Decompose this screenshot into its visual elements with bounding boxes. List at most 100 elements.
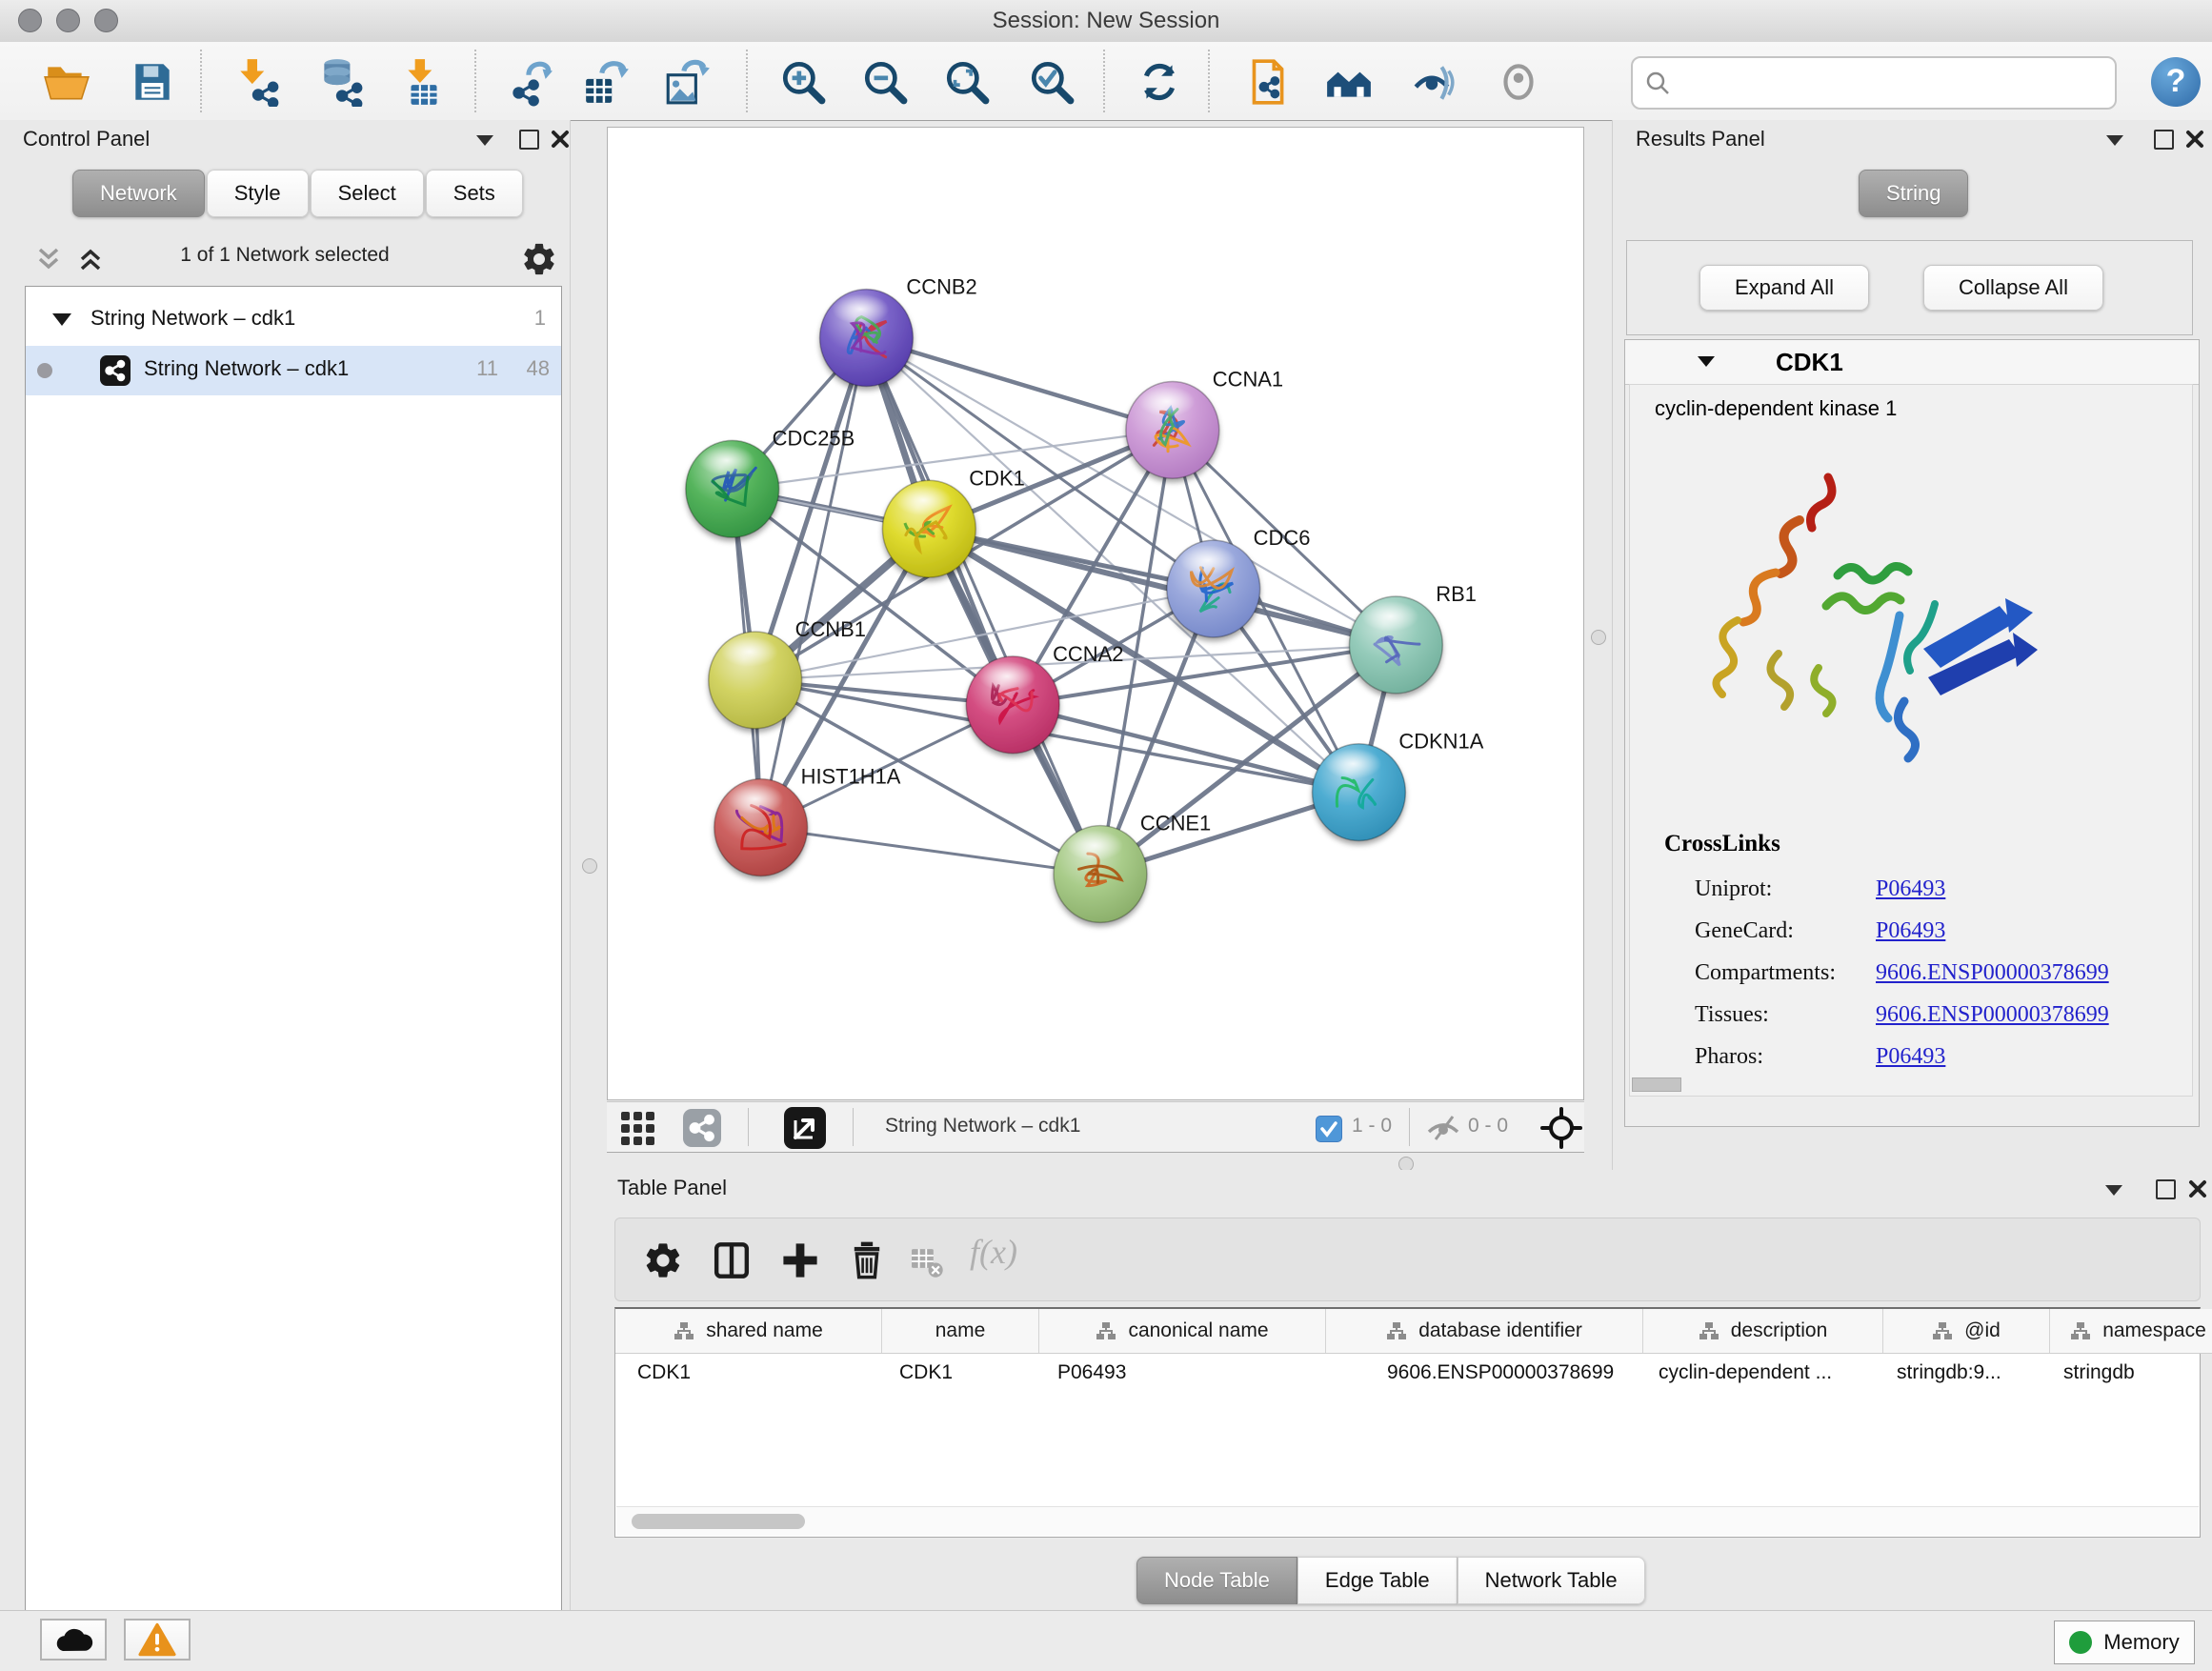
gear-icon[interactable]: [520, 240, 558, 278]
node-CCNB2[interactable]: CCNB2: [820, 275, 977, 387]
tab-edge-table[interactable]: Edge Table: [1297, 1557, 1458, 1604]
node-CCNA1[interactable]: CCNA1: [1126, 367, 1283, 478]
column-header-namespace[interactable]: namespace: [2050, 1309, 2212, 1353]
cytoscape-window: Session: New Session: [0, 0, 2212, 1671]
results-button-bar: Expand All Collapse All: [1626, 240, 2193, 335]
delete-table-icon[interactable]: [909, 1243, 945, 1279]
column-header-@id[interactable]: @id: [1883, 1309, 2050, 1353]
hidden-counts: 0 - 0: [1468, 1115, 1508, 1137]
grid-view-icon[interactable]: [620, 1111, 656, 1147]
panel-close-icon[interactable]: [2185, 130, 2204, 149]
table-row[interactable]: CDK1CDK1P064939606.ENSP00000378699cyclin…: [615, 1354, 2212, 1392]
column-header-shared-name[interactable]: shared name: [615, 1309, 882, 1353]
column-label: shared name: [706, 1319, 823, 1342]
network-view-toolbar: String Network – cdk1 1 - 0 0 - 0: [607, 1101, 1584, 1153]
node-HIST1H1A[interactable]: HIST1H1A: [714, 765, 901, 876]
selected-checkbox[interactable]: [1316, 1116, 1342, 1142]
detach-view-icon[interactable]: [784, 1107, 826, 1149]
status-bar: Memory: [0, 1610, 2212, 1671]
zoom-selected-icon[interactable]: [1027, 57, 1076, 107]
panel-menu-icon[interactable]: [2106, 135, 2123, 146]
node-CDKN1A[interactable]: CDKN1A: [1313, 730, 1484, 841]
tab-select[interactable]: Select: [311, 170, 424, 217]
hidden-eye-icon[interactable]: [1424, 1113, 1462, 1143]
crosslink-value[interactable]: P06493: [1876, 876, 1945, 902]
export-network-icon[interactable]: [505, 57, 554, 107]
crosslink-value[interactable]: P06493: [1876, 1044, 1945, 1070]
panel-close-icon[interactable]: [2188, 1179, 2207, 1198]
scrollbar-thumb[interactable]: [632, 1514, 805, 1529]
tab-string[interactable]: String: [1859, 170, 1968, 217]
warning-icon: [138, 1622, 176, 1657]
hide-selected-icon[interactable]: [1408, 57, 1458, 107]
import-network-icon[interactable]: [232, 57, 282, 107]
show-all-icon[interactable]: [1494, 57, 1543, 107]
home-icon[interactable]: [1324, 57, 1374, 107]
window-title: Session: New Session: [0, 0, 2212, 42]
collapse-all-button[interactable]: Collapse All: [1923, 265, 2103, 311]
search-field: [1631, 56, 2117, 110]
fit-content-icon[interactable]: [1540, 1107, 1582, 1149]
delete-column-icon[interactable]: [846, 1239, 888, 1281]
network-canvas[interactable]: CCNB2CCNA1CDC25BCDK1CDC6RB1CCNB1CCNA2CDK…: [607, 127, 1584, 1100]
crosslink-value[interactable]: P06493: [1876, 918, 1945, 944]
help-icon[interactable]: ?: [2151, 57, 2201, 107]
panel-menu-icon[interactable]: [2105, 1185, 2122, 1196]
node-CDC25B[interactable]: CDC25B: [686, 426, 855, 537]
gene-section-header[interactable]: CDK1: [1625, 340, 2199, 385]
zoom-fit-icon[interactable]: [942, 57, 992, 107]
memory-button[interactable]: Memory: [2054, 1621, 2195, 1664]
tab-sets[interactable]: Sets: [426, 170, 523, 217]
expand-all-button[interactable]: Expand All: [1699, 265, 1869, 311]
crosslink-value[interactable]: 9606.ENSP00000378699: [1876, 960, 2109, 986]
table-hscrollbar: [616, 1506, 2199, 1536]
warning-button[interactable]: [124, 1619, 191, 1661]
tab-network[interactable]: Network: [72, 170, 205, 217]
splitter-grip[interactable]: [582, 858, 597, 874]
table-cell: 9606.ENSP00000378699: [1326, 1354, 1643, 1392]
import-network-from-database-icon[interactable]: [315, 57, 365, 107]
zoom-out-icon[interactable]: [860, 57, 910, 107]
table-cell: cyclin-dependent ...: [1643, 1354, 1883, 1392]
cloud-button[interactable]: [40, 1619, 107, 1661]
column-header-canonical-name[interactable]: canonical name: [1039, 1309, 1326, 1353]
panel-float-icon[interactable]: [519, 130, 539, 150]
panel-float-icon[interactable]: [2156, 1179, 2176, 1199]
zoom-in-icon[interactable]: [778, 57, 828, 107]
shared-column-icon: [1699, 1321, 1719, 1340]
network-collection-row[interactable]: String Network – cdk1 1: [26, 298, 561, 344]
tree-expander-icon[interactable]: [52, 313, 71, 326]
tab-style[interactable]: Style: [207, 170, 309, 217]
save-session-icon[interactable]: [128, 57, 177, 107]
export-image-icon[interactable]: [662, 57, 712, 107]
panel-float-icon[interactable]: [2154, 130, 2174, 150]
mini-scrollbar[interactable]: [1632, 1077, 1681, 1092]
search-input[interactable]: [1679, 62, 2101, 102]
apply-layout-icon[interactable]: [1135, 57, 1184, 107]
table-gear-icon[interactable]: [642, 1239, 684, 1281]
string-view-icon[interactable]: [683, 1109, 721, 1147]
show-columns-icon[interactable]: [711, 1239, 753, 1281]
splitter-grip[interactable]: [1591, 630, 1606, 645]
network-from-file-icon[interactable]: [1242, 57, 1292, 107]
tab-network-table[interactable]: Network Table: [1458, 1557, 1645, 1604]
column-header-database-identifier[interactable]: database identifier: [1326, 1309, 1643, 1353]
create-column-icon[interactable]: [779, 1239, 821, 1281]
export-table-icon[interactable]: [582, 57, 632, 107]
open-session-icon[interactable]: [42, 57, 91, 107]
import-table-icon[interactable]: [399, 57, 449, 107]
panel-menu-icon[interactable]: [476, 135, 493, 146]
column-header-name[interactable]: name: [882, 1309, 1039, 1353]
node-count: 11: [476, 356, 498, 381]
section-expander-icon[interactable]: [1698, 356, 1715, 367]
node-CDK1[interactable]: CDK1: [882, 466, 1024, 577]
node-CCNB1[interactable]: CCNB1: [709, 617, 866, 729]
column-header-description[interactable]: description: [1643, 1309, 1883, 1353]
tab-node-table[interactable]: Node Table: [1136, 1557, 1297, 1604]
node-RB1[interactable]: RB1: [1349, 582, 1477, 694]
network-row-selected[interactable]: String Network – cdk1 11 48: [26, 346, 561, 395]
memory-label: Memory: [2103, 1630, 2179, 1655]
panel-close-icon[interactable]: [551, 130, 570, 149]
crosslink-value[interactable]: 9606.ENSP00000378699: [1876, 1002, 2109, 1028]
column-label: @id: [1964, 1319, 2001, 1342]
